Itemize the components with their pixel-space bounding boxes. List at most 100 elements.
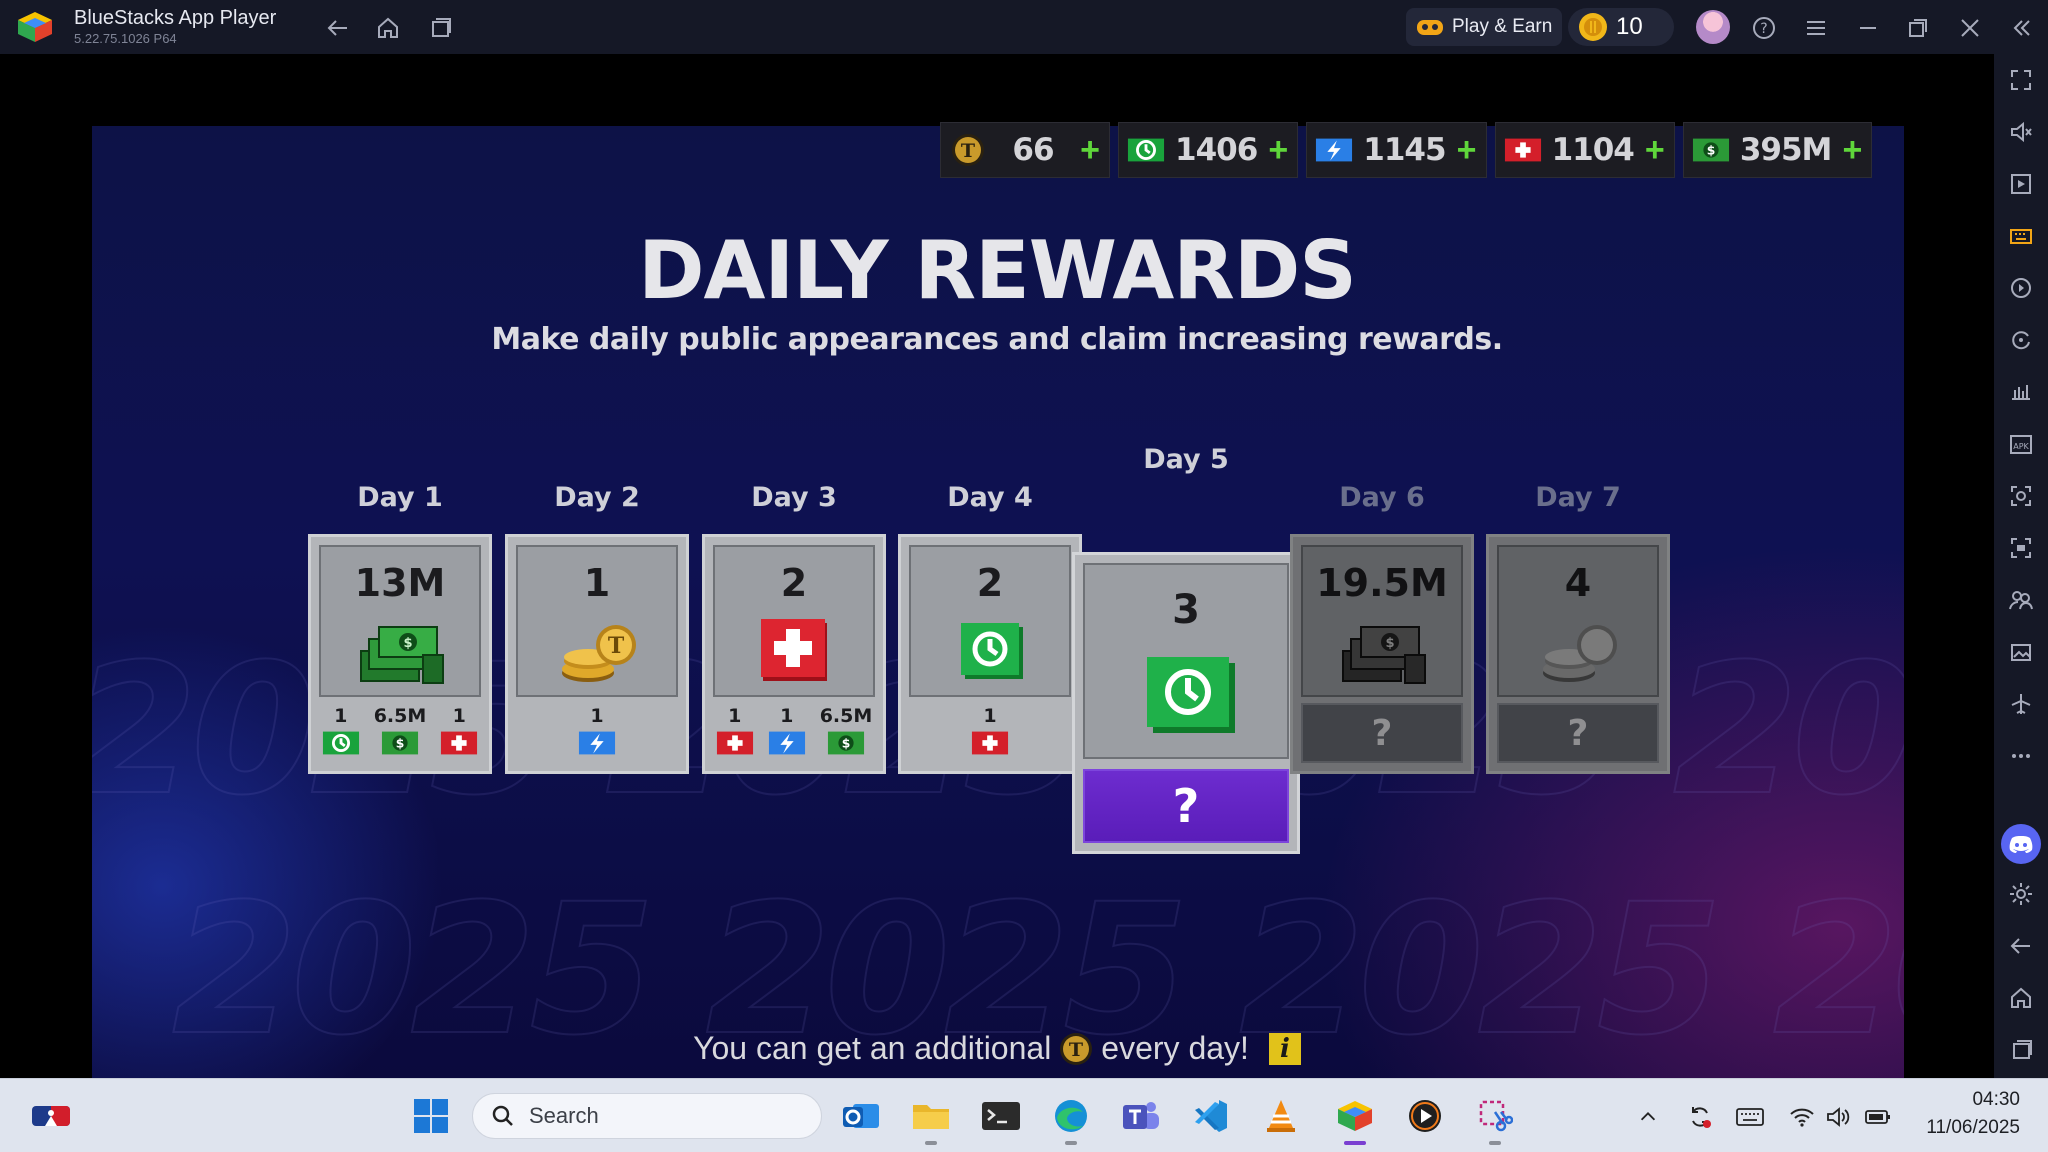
settings-gear-icon[interactable] [2007,880,2035,908]
medkit-icon [1504,136,1542,164]
add-cash-button[interactable]: + [1841,133,1863,167]
avatar[interactable] [1696,10,1730,44]
close-icon[interactable] [1954,12,1986,44]
show-hidden-icons-chevron-icon[interactable] [1634,1103,1662,1131]
volume-icon[interactable] [1824,1103,1852,1131]
keyboard-controls-icon[interactable] [2007,222,2035,250]
terminal-icon[interactable] [980,1095,1022,1137]
bonus-cash: 6.5M $ [373,705,427,757]
add-energy-button[interactable]: + [1456,133,1478,167]
bonus-count: 1 [983,705,997,727]
day-7-reward-card[interactable]: 4 ? [1486,534,1670,774]
coin-icon [1579,13,1607,41]
play-earn-button[interactable]: Play & Earn [1406,8,1562,46]
day-6-reward-card[interactable]: 19.5M $ ? [1290,534,1474,774]
menu-icon[interactable] [1800,12,1832,44]
resource-cash[interactable]: $ 395M + [1682,122,1873,178]
add-timewarp-button[interactable]: + [1267,133,1289,167]
sync-status-icon[interactable] [1686,1103,1714,1131]
mlb-widget-icon[interactable] [30,1095,72,1137]
wifi-icon[interactable] [1788,1103,1816,1131]
minimize-icon[interactable] [1852,12,1884,44]
rotate-icon[interactable] [2007,326,2035,354]
screenshot-icon[interactable] [2007,482,2035,510]
daily-rewards-subtitle: Make daily public appearances and claim … [491,322,1503,357]
home-icon[interactable] [372,12,404,44]
coin-balance[interactable]: 10 [1568,8,1674,46]
bonus-count: 1 [780,705,794,727]
bluestacks-taskbar-icon[interactable] [1334,1095,1376,1145]
timewarp-icon [1147,657,1235,733]
collapse-sidebar-icon[interactable] [2006,12,2038,44]
media-folder-icon[interactable] [2007,638,2035,666]
airplane-mode-icon[interactable] [2007,690,2035,718]
resource-timewarp[interactable]: 1406 + [1118,122,1299,178]
svg-text:T: T [961,140,975,162]
bonus-count: 6.5M [819,705,873,727]
energy-count: 1145 [1363,132,1446,168]
day-2-reward-card[interactable]: 1 T 1 [505,534,689,774]
play-earn-label: Play & Earn [1452,16,1553,37]
media-icon[interactable] [2007,170,2035,198]
teams-icon[interactable] [1120,1095,1162,1137]
vlc-icon[interactable] [1260,1095,1302,1137]
fullscreen-icon[interactable] [2007,66,2035,94]
add-medkit-button[interactable]: + [1644,133,1666,167]
reward-tile: 19.5M $ [1301,545,1463,697]
timewarp-icon [1127,136,1165,164]
running-indicator [1065,1141,1077,1145]
bonus-medkit: 1 [971,705,1009,757]
macro-icon[interactable] [2007,274,2035,302]
bonus-count: 1 [452,705,466,727]
start-windows-icon[interactable] [410,1095,452,1137]
mystery-bonus-button[interactable]: ? [1301,703,1463,763]
mystery-bonus-button[interactable]: ? [1083,769,1289,843]
volume-mute-icon[interactable] [2007,118,2035,146]
file-explorer-icon[interactable] [910,1095,952,1145]
discord-icon[interactable] [2001,824,2041,864]
bonus-row: 1 [508,705,686,757]
install-apk-icon[interactable]: APK [2007,430,2035,458]
svg-text:$: $ [1707,144,1716,158]
edge-browser-icon[interactable] [1050,1095,1092,1145]
media-player-icon[interactable] [1404,1095,1446,1137]
day-5-reward-card[interactable]: 3 ? [1072,552,1300,854]
add-t-token-button[interactable]: + [1079,133,1101,167]
day-4-reward-card[interactable]: 2 1 [898,534,1082,774]
multi-instance-icon[interactable] [2007,586,2035,614]
back-icon[interactable] [2007,932,2035,960]
help-icon[interactable]: ? [1748,12,1780,44]
more-icon[interactable] [2007,742,2035,770]
taskbar-search-input[interactable]: Search [472,1093,822,1139]
mystery-bonus-button[interactable]: ? [1497,703,1659,763]
resource-t-token[interactable]: T 66 + [940,122,1110,178]
svg-text:$: $ [1385,636,1394,651]
day-1-reward-card[interactable]: 13M $ 1 6.5M $ 1 [308,534,492,774]
record-icon[interactable] [2007,534,2035,562]
vscode-icon[interactable] [1190,1095,1232,1137]
performance-icon[interactable] [2007,378,2035,406]
outlook-icon[interactable] [840,1095,882,1137]
t-coins-icon: T [562,625,636,682]
game-viewport[interactable]: 2025 2025 2025 2025 2025 2025 2025 2025 … [0,54,1994,1078]
bonus-info-note: You can get an additional T every day! i [0,1030,1994,1067]
clock-date[interactable]: 11/06/2025 [1900,1117,2020,1139]
reward-tile: 13M $ [319,545,481,697]
bonus-row: 1 1 6.5M $ [705,705,883,757]
snipping-tool-icon[interactable] [1474,1095,1516,1145]
clock-time[interactable]: 04:30 [1900,1089,2020,1111]
back-arrow-icon[interactable] [322,12,354,44]
keyboard-icon[interactable] [1736,1103,1764,1131]
recent-apps-icon[interactable] [424,12,456,44]
restore-icon[interactable] [1902,12,1934,44]
search-icon [492,1105,513,1126]
resource-medkit[interactable]: 1104 + [1494,122,1675,178]
resource-energy[interactable]: 1145 + [1306,122,1487,178]
info-button[interactable]: i [1268,1032,1301,1065]
recent-apps-icon[interactable] [2007,1036,2035,1064]
battery-icon[interactable] [1864,1103,1892,1131]
bonus-count: 6.5M [373,705,427,727]
t-token-icon: T [949,134,987,166]
day-3-reward-card[interactable]: 2 1 1 6.5M $ [702,534,886,774]
home-icon[interactable] [2007,984,2035,1012]
